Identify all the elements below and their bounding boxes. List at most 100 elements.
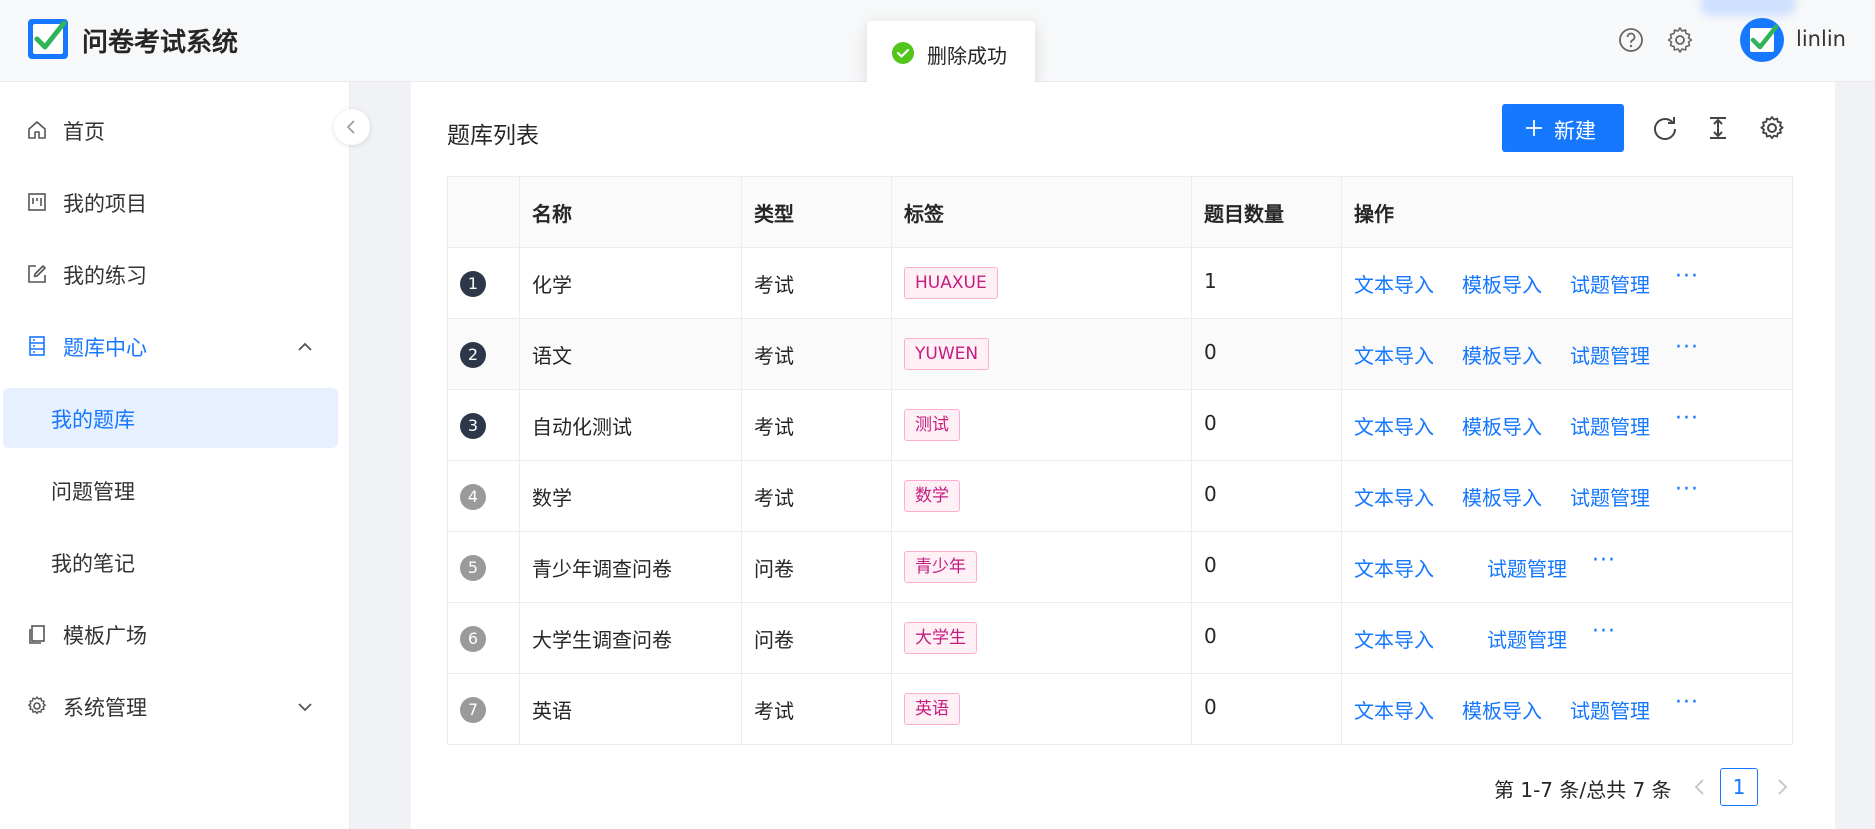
sidebar-subitem-question-management[interactable]: 问题管理 bbox=[3, 460, 338, 520]
chevron-right-icon[interactable] bbox=[1770, 775, 1794, 799]
sidebar-item-question-bank-center[interactable]: 题库中心 bbox=[0, 316, 350, 376]
template-import-link[interactable]: 模板导入 bbox=[1462, 482, 1542, 511]
text-import-link[interactable]: 文本导入 bbox=[1354, 695, 1434, 724]
row-index-badge: 1 bbox=[460, 271, 486, 297]
gear-icon[interactable] bbox=[1664, 24, 1696, 56]
home-icon bbox=[28, 121, 46, 139]
template-import-link[interactable]: 模板导入 bbox=[1462, 695, 1542, 724]
sidebar-item-home[interactable]: 首页 bbox=[0, 100, 350, 160]
table-row: 6 大学生调查问卷 问卷 大学生 0 文本导入 试题管理 ··· bbox=[448, 603, 1792, 674]
database-icon bbox=[29, 336, 45, 356]
text-import-link[interactable]: 文本导入 bbox=[1354, 553, 1434, 582]
row-count: 0 bbox=[1204, 624, 1217, 648]
plus-icon bbox=[1526, 120, 1542, 136]
header-action-pill[interactable] bbox=[1700, 0, 1796, 16]
sidebar-item-label: 系统管理 bbox=[63, 696, 147, 720]
row-index-badge: 4 bbox=[460, 484, 486, 510]
username[interactable]: linlin bbox=[1796, 27, 1846, 51]
sidebar-item-my-projects[interactable]: 我的项目 bbox=[0, 172, 350, 232]
question-management-link[interactable]: 试题管理 bbox=[1570, 269, 1650, 298]
table-row: 5 青少年调查问卷 问卷 青少年 0 文本导入 试题管理 ··· bbox=[448, 532, 1792, 603]
sidebar-item-label: 模板广场 bbox=[63, 624, 147, 648]
sidebar-subitem-my-question-bank[interactable]: 我的题库 bbox=[3, 388, 338, 448]
more-actions-ellipsis-icon[interactable]: ··· bbox=[1675, 477, 1699, 502]
pagination-summary: 第 1-7 条/总共 7 条 bbox=[1494, 778, 1672, 802]
row-tag: 大学生 bbox=[904, 622, 977, 654]
row-type: 考试 bbox=[754, 344, 794, 368]
table-header-row: 名称 类型 标签 题目数量 操作 bbox=[448, 177, 1792, 248]
chevron-left-icon bbox=[346, 120, 355, 134]
edit-icon bbox=[28, 265, 46, 283]
copy-icon bbox=[29, 625, 45, 644]
row-count: 0 bbox=[1204, 340, 1217, 364]
row-type: 考试 bbox=[754, 415, 794, 439]
header-cell-type: 类型 bbox=[742, 177, 892, 248]
sidebar-item-system-management[interactable]: 系统管理 bbox=[0, 676, 350, 736]
row-index-badge: 5 bbox=[460, 555, 486, 581]
row-index-badge: 6 bbox=[460, 626, 486, 652]
row-tag: 数学 bbox=[904, 480, 960, 512]
text-import-link[interactable]: 文本导入 bbox=[1354, 340, 1434, 369]
question-management-link[interactable]: 试题管理 bbox=[1570, 411, 1650, 440]
chevron-down-icon bbox=[298, 703, 312, 712]
question-management-link[interactable]: 试题管理 bbox=[1570, 340, 1650, 369]
template-import-link[interactable]: 模板导入 bbox=[1462, 340, 1542, 369]
toast-text: 删除成功 bbox=[927, 44, 1007, 68]
text-import-link[interactable]: 文本导入 bbox=[1354, 482, 1434, 511]
question-bank-card: 题库列表 新建 名称 类型 标签 题目数量 操作 1 化学 考试 HUAXUE bbox=[411, 82, 1835, 829]
more-actions-ellipsis-icon[interactable]: ··· bbox=[1675, 406, 1699, 431]
table-row: 7 英语 考试 英语 0 文本导入 模板导入 试题管理 ··· bbox=[448, 674, 1792, 745]
more-actions-ellipsis-icon[interactable]: ··· bbox=[1592, 619, 1616, 644]
row-tag: 青少年 bbox=[904, 551, 977, 583]
avatar[interactable] bbox=[1740, 18, 1784, 62]
row-count: 0 bbox=[1204, 411, 1217, 435]
row-type: 考试 bbox=[754, 486, 794, 510]
template-import-link[interactable]: 模板导入 bbox=[1462, 269, 1542, 298]
sidebar-item-label: 首页 bbox=[63, 120, 105, 144]
table-row: 1 化学 考试 HUAXUE 1 文本导入 模板导入 试题管理 ··· bbox=[448, 248, 1792, 319]
question-management-link[interactable]: 试题管理 bbox=[1570, 695, 1650, 724]
row-type: 考试 bbox=[754, 699, 794, 723]
header-cell-count: 题目数量 bbox=[1192, 177, 1342, 248]
row-name: 语文 bbox=[532, 344, 572, 368]
row-tag: 测试 bbox=[904, 409, 960, 441]
sidebar-item-my-practice[interactable]: 我的练习 bbox=[0, 244, 350, 304]
row-count: 0 bbox=[1204, 553, 1217, 577]
toast-message: 删除成功 bbox=[867, 21, 1035, 85]
more-actions-ellipsis-icon[interactable]: ··· bbox=[1675, 690, 1699, 715]
row-type: 问卷 bbox=[754, 557, 794, 581]
sidebar-subitem-label: 问题管理 bbox=[51, 480, 135, 504]
row-name: 大学生调查问卷 bbox=[532, 628, 672, 652]
gear-icon bbox=[28, 696, 46, 715]
sidebar: 首页 我的项目 我的练习 题库中心 我的题库 问题管理 我的笔记 模板广场 系统… bbox=[0, 82, 350, 829]
question-management-link[interactable]: 试题管理 bbox=[1487, 553, 1567, 582]
sidebar-collapse-button[interactable] bbox=[334, 109, 370, 145]
sidebar-item-label: 题库中心 bbox=[63, 336, 147, 360]
question-bank-table: 名称 类型 标签 题目数量 操作 1 化学 考试 HUAXUE 1 文本导入 模… bbox=[447, 176, 1793, 745]
more-actions-ellipsis-icon[interactable]: ··· bbox=[1675, 264, 1699, 289]
more-actions-ellipsis-icon[interactable]: ··· bbox=[1592, 548, 1616, 573]
setting-icon[interactable] bbox=[1758, 114, 1786, 142]
chevron-left-icon[interactable] bbox=[1688, 775, 1712, 799]
text-import-link[interactable]: 文本导入 bbox=[1354, 269, 1434, 298]
row-name: 青少年调查问卷 bbox=[532, 557, 672, 581]
row-name: 自动化测试 bbox=[532, 415, 632, 439]
row-name: 数学 bbox=[532, 486, 572, 510]
reload-icon[interactable] bbox=[1651, 114, 1679, 142]
question-management-link[interactable]: 试题管理 bbox=[1487, 624, 1567, 653]
row-tag: HUAXUE bbox=[904, 267, 998, 299]
text-import-link[interactable]: 文本导入 bbox=[1354, 411, 1434, 440]
row-index-badge: 2 bbox=[460, 342, 486, 368]
sidebar-item-template-square[interactable]: 模板广场 bbox=[0, 604, 350, 664]
pagination-page-current[interactable]: 1 bbox=[1720, 768, 1758, 806]
question-circle-icon[interactable] bbox=[1615, 24, 1647, 56]
text-import-link[interactable]: 文本导入 bbox=[1354, 624, 1434, 653]
question-management-link[interactable]: 试题管理 bbox=[1570, 482, 1650, 511]
template-import-link[interactable]: 模板导入 bbox=[1462, 411, 1542, 440]
new-button[interactable]: 新建 bbox=[1502, 104, 1624, 152]
row-count: 1 bbox=[1204, 269, 1217, 293]
more-actions-ellipsis-icon[interactable]: ··· bbox=[1675, 335, 1699, 360]
header-cell-index bbox=[448, 177, 520, 248]
sidebar-subitem-my-notes[interactable]: 我的笔记 bbox=[3, 532, 338, 592]
column-height-icon[interactable] bbox=[1704, 114, 1732, 142]
